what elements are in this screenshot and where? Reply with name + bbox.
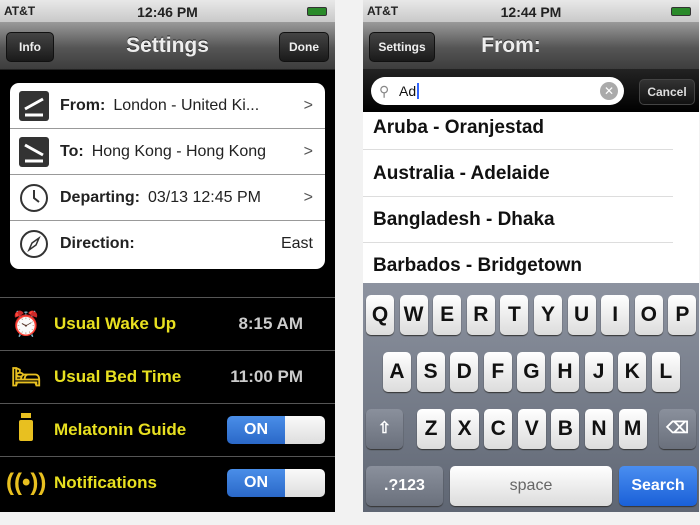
cancel-button[interactable]: Cancel	[639, 79, 695, 105]
key-f[interactable]: F	[483, 352, 512, 392]
key-e[interactable]: E	[433, 295, 462, 335]
bed-time-label: Usual Bed Time	[54, 367, 182, 386]
shift-key[interactable]: ⇧	[366, 409, 403, 449]
done-button[interactable]: Done	[279, 32, 329, 62]
key-l[interactable]: L	[651, 352, 680, 392]
to-row[interactable]: To: Hong Kong - Hong Kong >	[10, 129, 325, 175]
departing-label: Departing:	[60, 188, 140, 206]
list-item[interactable]: Australia - Adelaide	[363, 151, 673, 197]
keyboard: ⇧ ⌫ .?123 space Search QWERTYUIOP ASDFGHJ…	[363, 283, 699, 512]
departing-row[interactable]: Departing: 03/13 12:45 PM >	[10, 175, 325, 221]
melatonin-label: Melatonin Guide	[54, 420, 187, 439]
chevron-right-icon: >	[303, 142, 313, 160]
toggle-knob	[285, 416, 325, 444]
key-p[interactable]: P	[668, 295, 697, 335]
from-value: London - United Ki...	[113, 96, 260, 114]
key-t[interactable]: T	[500, 295, 529, 335]
landing-icon	[16, 136, 52, 167]
notifications-label: Notifications	[54, 473, 157, 492]
direction-label: Direction:	[60, 235, 135, 252]
toggle-on-label: ON	[227, 469, 285, 497]
key-i[interactable]: I	[601, 295, 630, 335]
search-icon: ⚲	[379, 83, 390, 99]
battery-icon	[307, 7, 327, 16]
settings-screen: AT&T 12:46 PM Info Settings Done From: Lo…	[0, 0, 335, 512]
to-value: Hong Kong - Hong Kong	[91, 142, 267, 160]
key-a[interactable]: A	[383, 352, 411, 392]
list-item[interactable]: Bangladesh - Dhaka	[363, 197, 673, 243]
clock: 12:44 PM	[500, 4, 562, 20]
key-x[interactable]: X	[450, 409, 479, 449]
key-c[interactable]: C	[484, 409, 513, 449]
space-key[interactable]: space	[450, 466, 612, 506]
takeoff-icon	[16, 90, 52, 121]
chevron-right-icon: >	[303, 96, 313, 114]
key-d[interactable]: D	[450, 352, 479, 392]
search-value: Ad	[399, 83, 417, 99]
status-bar: AT&T 12:44 PM	[363, 0, 699, 22]
melatonin-row: Melatonin Guide ON	[0, 403, 335, 456]
notifications-toggle[interactable]: ON	[227, 469, 325, 497]
key-r[interactable]: R	[466, 295, 495, 335]
from-row[interactable]: From: London - United Ki... >	[10, 83, 325, 129]
key-o[interactable]: O	[634, 295, 663, 335]
trip-group: From: London - United Ki... > To: Hong Kong…	[10, 83, 325, 269]
key-s[interactable]: S	[416, 352, 445, 392]
page-title: From:	[481, 34, 541, 57]
pill-bottle-icon	[6, 412, 46, 448]
text-cursor	[417, 83, 420, 99]
key-y[interactable]: Y	[534, 295, 562, 335]
direction-value: East	[280, 235, 313, 252]
broadcast-icon: ((•))	[6, 469, 47, 496]
clock-icon	[16, 183, 52, 213]
key-m[interactable]: M	[618, 409, 647, 449]
key-b[interactable]: B	[551, 409, 580, 449]
bed-icon: 🛏	[10, 363, 42, 391]
compass-icon	[16, 229, 52, 259]
from-label: From:	[60, 96, 106, 114]
key-g[interactable]: G	[517, 352, 546, 392]
clear-icon[interactable]: ✕	[600, 82, 618, 100]
melatonin-toggle[interactable]: ON	[227, 416, 325, 444]
clock: 12:46 PM	[137, 4, 198, 20]
departing-value: 03/13 12:45 PM	[148, 188, 261, 206]
toggle-knob	[285, 469, 325, 497]
numbers-key[interactable]: .?123	[366, 466, 443, 506]
notifications-row: ((•)) Notifications ON	[0, 456, 335, 509]
key-v[interactable]: V	[517, 409, 546, 449]
key-q[interactable]: Q	[366, 295, 394, 335]
key-w[interactable]: W	[399, 295, 428, 335]
to-label: To:	[60, 142, 84, 160]
status-bar: AT&T 12:46 PM	[0, 0, 335, 22]
nav-bar: Info Settings Done	[0, 22, 335, 70]
bed-time-row[interactable]: 🛏 Usual Bed Time 11:00 PM	[0, 350, 335, 403]
list-item[interactable]: Aruba - Oranjestad	[363, 105, 673, 150]
search-key[interactable]: Search	[619, 466, 697, 506]
direction-row: Direction: East	[10, 221, 325, 267]
battery-icon	[671, 7, 691, 16]
wake-up-row[interactable]: ⏰ Usual Wake Up 8:15 AM	[0, 297, 335, 350]
search-input[interactable]: ⚲ Ad ✕	[371, 77, 624, 105]
key-j[interactable]: J	[584, 352, 613, 392]
alarm-clock-icon: ⏰	[11, 310, 41, 338]
chevron-right-icon: >	[303, 188, 313, 206]
wake-up-value: 8:15 AM	[238, 314, 303, 333]
key-z[interactable]: Z	[417, 409, 445, 449]
key-k[interactable]: K	[618, 352, 647, 392]
nav-bar: Settings From:	[363, 22, 699, 70]
from-search-screen: AT&T 12:44 PM Settings From: ⚲ Ad ✕ Canc…	[363, 0, 699, 512]
bed-time-value: 11:00 PM	[230, 367, 303, 386]
key-u[interactable]: U	[567, 295, 596, 335]
backspace-key[interactable]: ⌫	[659, 409, 696, 449]
key-h[interactable]: H	[551, 352, 579, 392]
key-n[interactable]: N	[585, 409, 613, 449]
toggle-on-label: ON	[227, 416, 285, 444]
wake-up-label: Usual Wake Up	[54, 314, 177, 333]
